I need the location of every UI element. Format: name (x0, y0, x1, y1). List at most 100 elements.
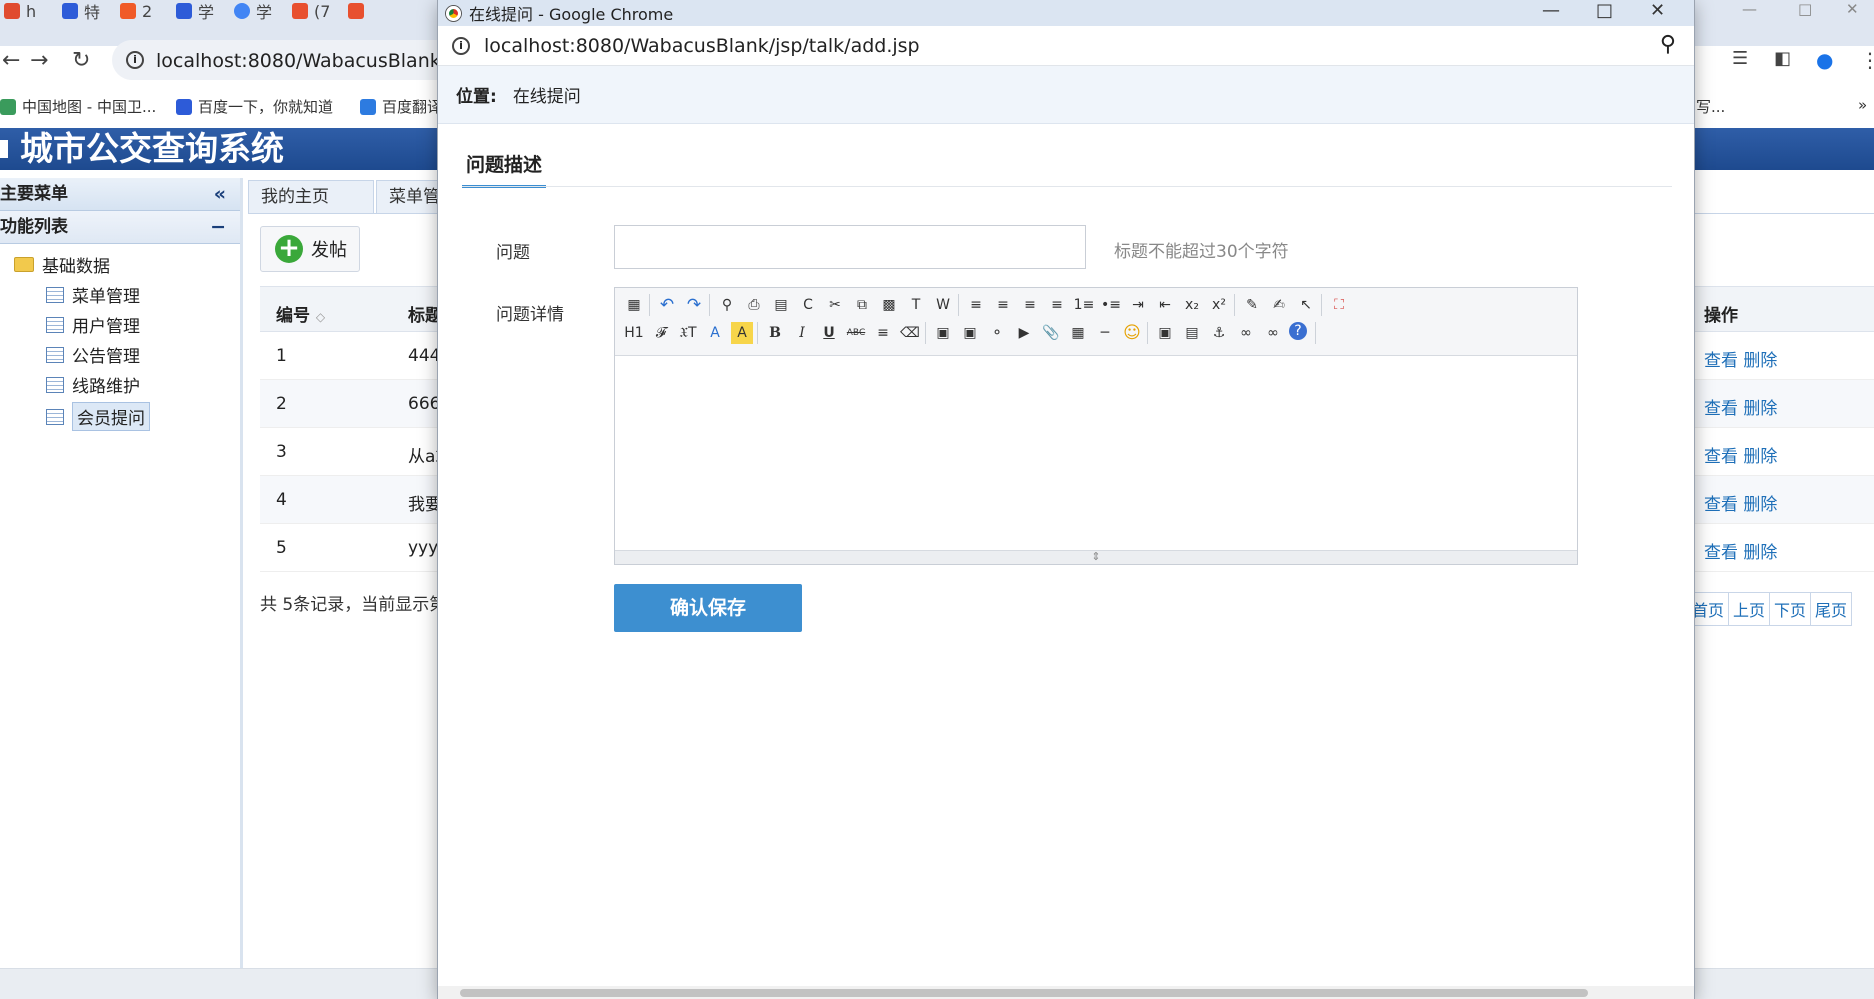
profile-icon[interactable]: ● (1816, 48, 1833, 72)
underline-icon[interactable]: U (818, 322, 840, 344)
code-icon[interactable]: C (797, 294, 819, 316)
browser-tab[interactable]: 学 (234, 0, 272, 22)
post-button[interactable]: + 发帖 (260, 226, 360, 272)
horizontal-scrollbar[interactable] (438, 986, 1694, 999)
tree-item-member-question[interactable]: 会员提问 (46, 402, 150, 431)
unlink-icon[interactable]: ∞ (1262, 322, 1284, 344)
bookmark-item[interactable]: 百度翻译 (360, 96, 442, 117)
cut-icon[interactable]: ✂ (824, 294, 846, 316)
delete-link[interactable]: 删除 (1743, 495, 1777, 515)
paste-word-icon[interactable]: W (932, 294, 954, 316)
template-icon[interactable]: ▤ (770, 294, 792, 316)
view-link[interactable]: 查看 (1704, 351, 1738, 371)
media-icon[interactable]: ▶ (1013, 322, 1035, 344)
heading-icon[interactable]: H1 (623, 322, 645, 344)
align-right-icon[interactable]: ≡ (1019, 294, 1041, 316)
column-header-id[interactable]: 编号 ◇ (276, 301, 325, 326)
highlight-icon[interactable]: A (731, 322, 753, 344)
minus-icon[interactable]: − (210, 211, 226, 244)
scrollbar-thumb[interactable] (460, 989, 1588, 997)
ordered-list-icon[interactable]: 1≡ (1073, 294, 1095, 316)
browser-tab[interactable] (348, 0, 364, 22)
font-family-icon[interactable]: 𝓕 (650, 322, 672, 344)
maximize-icon[interactable]: □ (1798, 0, 1812, 18)
forward-icon[interactable]: → (30, 48, 48, 73)
tree-item-route-maintain[interactable]: 线路维护 (46, 372, 140, 397)
image-icon[interactable]: ▣ (932, 322, 954, 344)
flash-icon[interactable]: ⚬ (986, 322, 1008, 344)
tab-home[interactable]: 我的主页 (248, 180, 374, 214)
browser-tab[interactable]: (7 (292, 0, 330, 22)
source-icon[interactable]: ▦ (623, 294, 645, 316)
side-panel-icon[interactable]: ◧ (1774, 48, 1791, 69)
reload-icon[interactable]: ↻ (72, 48, 90, 73)
table-icon[interactable]: ▦ (1067, 322, 1089, 344)
paste-icon[interactable]: ▩ (878, 294, 900, 316)
delete-link[interactable]: 删除 (1743, 447, 1777, 467)
resize-grip-icon[interactable]: ⇕ (615, 550, 1577, 564)
maximize-icon[interactable]: □ (1596, 0, 1613, 21)
copy-icon[interactable]: ⧉ (851, 294, 873, 316)
attachment-icon[interactable]: 📎 (1040, 322, 1062, 344)
strikethrough-icon[interactable]: ABC (845, 322, 867, 344)
preview-icon[interactable]: ⚲ (716, 294, 738, 316)
browser-tab[interactable]: 学 (176, 0, 214, 22)
back-icon[interactable]: ← (2, 48, 20, 73)
anchor-icon[interactable]: ⚓ (1208, 322, 1230, 344)
view-link[interactable]: 查看 (1704, 399, 1738, 419)
map-icon[interactable]: ▣ (1154, 322, 1176, 344)
select-all-icon[interactable]: ↖ (1295, 294, 1317, 316)
minimize-icon[interactable]: — (1742, 0, 1757, 18)
menu-dots-icon[interactable]: ⋮ (1860, 48, 1874, 72)
indent-icon[interactable]: ⇥ (1127, 294, 1149, 316)
question-input[interactable] (614, 225, 1086, 269)
browser-tab[interactable]: 特 (62, 0, 100, 22)
next-page-button[interactable]: 下页 (1769, 592, 1812, 626)
quick-format-icon[interactable]: ✍ (1268, 294, 1290, 316)
minimize-icon[interactable]: — (1542, 0, 1560, 21)
hr-icon[interactable]: ≡ (872, 322, 894, 344)
emoticon-icon[interactable]: ☺ (1121, 322, 1143, 344)
tree-item-user-manage[interactable]: 用户管理 (46, 312, 140, 337)
view-link[interactable]: 查看 (1704, 543, 1738, 563)
tree-folder-base-data[interactable]: 基础数据 (14, 252, 110, 277)
media-control-icon[interactable]: ☰ (1732, 48, 1748, 69)
fullscreen-icon[interactable]: ⛶ (1328, 294, 1350, 316)
tree-item-notice-manage[interactable]: 公告管理 (46, 342, 140, 367)
popup-address-bar[interactable]: i localhost:8080/WabacusBlank/jsp/talk/a… (438, 26, 1694, 66)
close-icon[interactable]: ✕ (1650, 0, 1665, 21)
address-bar[interactable]: i localhost:8080/WabacusBlank/ser (112, 40, 492, 80)
paste-plain-icon[interactable]: T (905, 294, 927, 316)
function-list-header[interactable]: 功能列表 − (0, 211, 240, 244)
view-link[interactable]: 查看 (1704, 447, 1738, 467)
multi-image-icon[interactable]: ▣ (959, 322, 981, 344)
bookmark-overflow-item[interactable]: 写... (1696, 96, 1725, 117)
help-icon[interactable]: ? (1289, 322, 1307, 340)
clear-format-icon[interactable]: ✎ (1241, 294, 1263, 316)
superscript-icon[interactable]: x² (1208, 294, 1230, 316)
page-break-icon[interactable]: ▤ (1181, 322, 1203, 344)
zoom-icon[interactable]: ⚲ (1660, 32, 1676, 57)
justify-icon[interactable]: ≡ (1046, 294, 1068, 316)
italic-icon[interactable]: I (791, 322, 813, 344)
font-size-icon[interactable]: 𝔛T (677, 322, 699, 344)
prev-page-button[interactable]: 上页 (1728, 592, 1771, 626)
print-icon[interactable]: ⎙ (743, 294, 765, 316)
editor-content-area[interactable] (615, 356, 1577, 550)
browser-tab[interactable]: h (4, 0, 36, 22)
outdent-icon[interactable]: ⇤ (1154, 294, 1176, 316)
bookmark-item[interactable]: 百度一下，你就知道 (176, 96, 333, 117)
view-link[interactable]: 查看 (1704, 495, 1738, 515)
font-color-icon[interactable]: A (704, 322, 726, 344)
bold-icon[interactable]: B (764, 322, 786, 344)
delete-link[interactable]: 删除 (1743, 399, 1777, 419)
tree-item-menu-manage[interactable]: 菜单管理 (46, 282, 140, 307)
unordered-list-icon[interactable]: •≡ (1100, 294, 1122, 316)
link-icon[interactable]: ∞ (1235, 322, 1257, 344)
last-page-button[interactable]: 尾页 (1810, 592, 1853, 626)
delete-link[interactable]: 删除 (1743, 543, 1777, 563)
redo-icon[interactable]: ↷ (683, 294, 705, 316)
insert-hr-icon[interactable]: ─ (1094, 322, 1116, 344)
remove-format-icon[interactable]: ⌫ (899, 322, 921, 344)
bookmark-item[interactable]: 中国地图 - 中国卫... (0, 96, 156, 117)
